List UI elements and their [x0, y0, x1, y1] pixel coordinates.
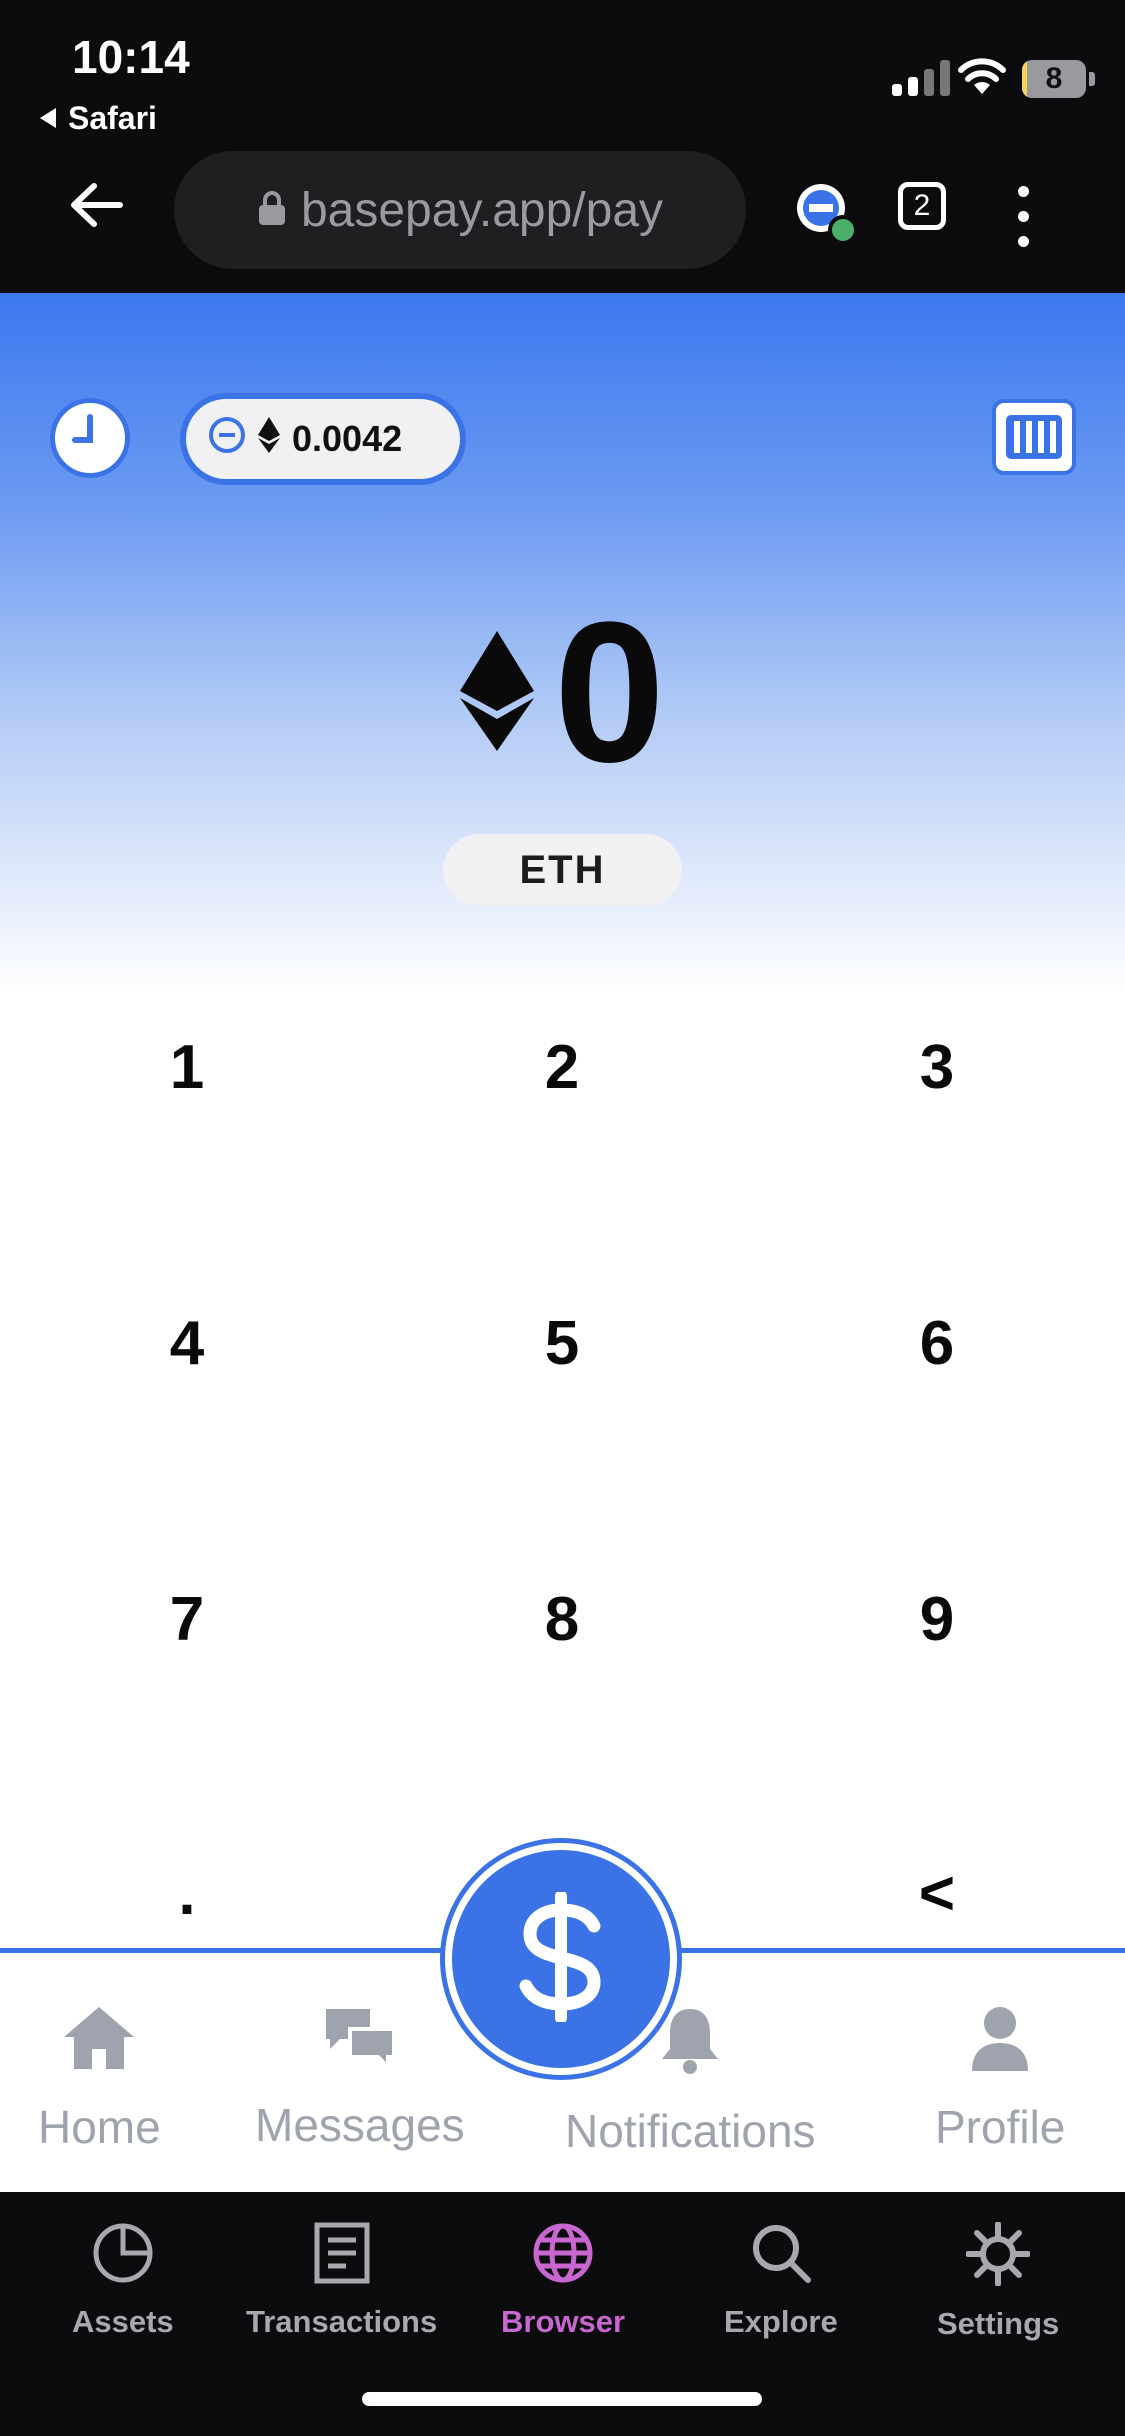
barcode-scan-icon[interactable]	[990, 397, 1078, 477]
url-text: basepay.app/pay	[300, 183, 664, 237]
amount-value: 0	[553, 581, 666, 804]
more-menu-icon[interactable]	[1018, 186, 1029, 247]
nav-home-label: Home	[38, 2101, 161, 2153]
tab-transactions-label: Transactions	[246, 2304, 438, 2339]
tab-explore[interactable]: Explore	[724, 2222, 838, 2340]
currency-selector[interactable]: ETH	[443, 834, 682, 906]
battery-icon: 8	[1022, 60, 1086, 98]
tab-browser[interactable]: Browser	[501, 2222, 625, 2340]
key-decimal[interactable]: .	[67, 1833, 307, 1953]
document-icon	[314, 2222, 370, 2292]
tab-settings[interactable]: Settings	[937, 2221, 1060, 2342]
wallet-logo-icon	[208, 416, 246, 463]
globe-icon	[532, 2222, 594, 2292]
pie-chart-icon	[92, 2222, 154, 2292]
bell-icon	[656, 2005, 724, 2086]
back-to-app[interactable]: Safari	[38, 100, 157, 137]
nav-messages[interactable]: Messages	[255, 2005, 465, 2152]
key-5[interactable]: 5	[442, 1283, 682, 1403]
back-triangle-icon	[38, 100, 58, 137]
history-clock-icon[interactable]	[50, 398, 130, 478]
nav-messages-label: Messages	[255, 2099, 465, 2151]
amount-display: 0	[0, 593, 1125, 793]
status-time: 10:14	[72, 31, 190, 83]
web-content: 0.0042 0 ETH 1 2 3 4 5 6 7 8 9 . < Home	[0, 293, 1125, 2192]
gear-icon	[965, 2221, 1032, 2294]
balance-chip[interactable]: 0.0042	[180, 393, 466, 485]
tab-transactions[interactable]: Transactions	[246, 2222, 437, 2340]
nav-notifications-label: Notifications	[565, 2105, 816, 2157]
battery-tip	[1089, 72, 1095, 86]
key-8[interactable]: 8	[442, 1559, 682, 1679]
nav-profile-label: Profile	[935, 2101, 1066, 2153]
nav-profile[interactable]: Profile	[935, 2005, 1065, 2154]
dollar-icon	[506, 1889, 616, 2027]
eth-icon	[459, 630, 534, 756]
tab-assets[interactable]: Assets	[72, 2222, 174, 2340]
tabs-button[interactable]: 2	[898, 182, 946, 230]
tab-assets-label: Assets	[72, 2304, 174, 2339]
wifi-icon	[958, 58, 1006, 101]
key-4[interactable]: 4	[67, 1283, 307, 1403]
tab-explore-label: Explore	[724, 2304, 838, 2339]
back-arrow-icon[interactable]	[68, 182, 124, 233]
key-7[interactable]: 7	[67, 1559, 307, 1679]
key-backspace[interactable]: <	[817, 1833, 1057, 1953]
battery-level: 8	[1045, 62, 1063, 95]
lock-icon	[257, 183, 287, 238]
messages-icon	[322, 2005, 398, 2080]
search-icon	[750, 2222, 812, 2292]
key-3[interactable]: 3	[817, 1007, 1057, 1127]
key-6[interactable]: 6	[817, 1283, 1057, 1403]
key-1[interactable]: 1	[67, 1007, 307, 1127]
wallet-extension-icon[interactable]	[793, 180, 859, 251]
pay-button[interactable]	[452, 1850, 670, 2068]
key-2[interactable]: 2	[442, 1007, 682, 1127]
balance-value: 0.0042	[292, 418, 403, 459]
url-bar[interactable]: basepay.app/pay	[174, 151, 746, 269]
home-icon	[62, 2005, 136, 2082]
home-indicator[interactable]	[362, 2392, 762, 2406]
person-icon	[970, 2005, 1030, 2082]
nav-home[interactable]: Home	[38, 2005, 161, 2154]
cellular-signal-icon	[892, 56, 950, 96]
eth-small-icon	[258, 416, 280, 462]
tab-settings-label: Settings	[937, 2306, 1060, 2341]
tab-browser-label: Browser	[501, 2304, 626, 2339]
back-app-label: Safari	[68, 100, 157, 136]
key-9[interactable]: 9	[817, 1559, 1057, 1679]
